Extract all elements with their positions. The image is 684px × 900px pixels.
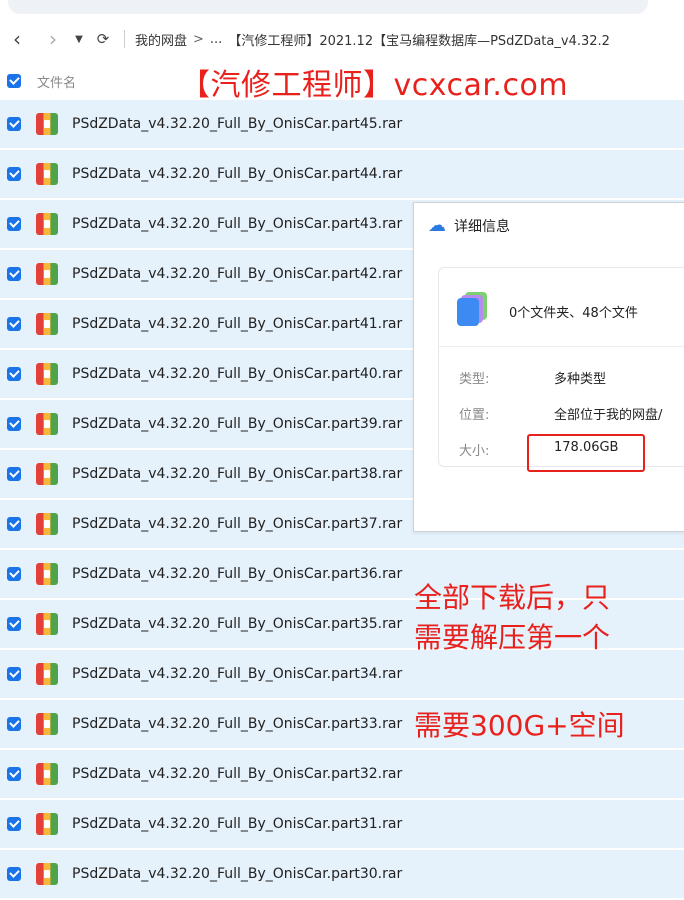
file-name[interactable]: PSdZData_v4.32.20_Full_By_OnisCar.part40…	[72, 366, 402, 382]
breadcrumb-current: 【汽修工程师】2021.12【宝马编程数据库—PSdZData_v4.32.2	[228, 33, 610, 49]
rar-file-icon	[36, 313, 58, 335]
row-checkbox[interactable]	[7, 267, 21, 281]
navigation-bar: ‹ › ▼ ⟳ 我的网盘 > ... 【汽修工程师】2021.12【宝马编程数据…	[0, 20, 684, 58]
breadcrumb-root[interactable]: 我的网盘	[135, 30, 187, 49]
row-checkbox[interactable]	[7, 817, 21, 831]
rar-file-icon	[36, 713, 58, 735]
rar-file-icon	[36, 113, 58, 135]
file-name[interactable]: PSdZData_v4.32.20_Full_By_OnisCar.part30…	[72, 866, 402, 882]
watermark-text: 【汽修工程师】vcxcar.com	[180, 68, 569, 103]
file-name[interactable]: PSdZData_v4.32.20_Full_By_OnisCar.part39…	[72, 416, 402, 432]
file-name[interactable]: PSdZData_v4.32.20_Full_By_OnisCar.part45…	[72, 116, 402, 132]
row-checkbox[interactable]	[7, 617, 21, 631]
file-name[interactable]: PSdZData_v4.32.20_Full_By_OnisCar.part41…	[72, 316, 402, 332]
file-name[interactable]: PSdZData_v4.32.20_Full_By_OnisCar.part42…	[72, 266, 402, 282]
file-row[interactable]: PSdZData_v4.32.20_Full_By_OnisCar.part44…	[0, 150, 684, 198]
file-count-summary: 0个文件夹、48个文件	[509, 306, 638, 321]
size-highlight-box	[527, 434, 645, 472]
rar-file-icon	[36, 563, 58, 585]
baidu-cloud-icon: ☁	[428, 215, 446, 236]
row-checkbox[interactable]	[7, 317, 21, 331]
row-checkbox[interactable]	[7, 867, 21, 881]
row-checkbox[interactable]	[7, 767, 21, 781]
rar-file-icon	[36, 763, 58, 785]
rar-file-icon	[36, 613, 58, 635]
annotation-line-2: 需要解压第一个	[414, 621, 611, 654]
file-name[interactable]: PSdZData_v4.32.20_Full_By_OnisCar.part35…	[72, 616, 402, 632]
file-name[interactable]: PSdZData_v4.32.20_Full_By_OnisCar.part32…	[72, 766, 402, 782]
details-title: 详细信息	[454, 218, 510, 235]
breadcrumb-ellipsis[interactable]: ...	[210, 32, 222, 47]
row-checkbox[interactable]	[7, 217, 21, 231]
file-stack-icon	[457, 292, 487, 326]
breadcrumb-separator: >	[193, 31, 204, 47]
search-bar[interactable]	[8, 0, 648, 14]
rar-file-icon	[36, 463, 58, 485]
file-row[interactable]: PSdZData_v4.32.20_Full_By_OnisCar.part32…	[0, 750, 684, 798]
location-label: 位置:	[459, 408, 490, 423]
rar-file-icon	[36, 813, 58, 835]
row-checkbox[interactable]	[7, 667, 21, 681]
rar-file-icon	[36, 163, 58, 185]
location-value: 全部位于我的网盘/	[554, 408, 663, 423]
annotation-line-3: 需要300G+空间	[414, 709, 625, 742]
file-name[interactable]: PSdZData_v4.32.20_Full_By_OnisCar.part36…	[72, 566, 402, 582]
row-checkbox[interactable]	[7, 117, 21, 131]
details-card: 0个文件夹、48个文件 类型: 多种类型 位置: 全部位于我的网盘/ 大小: 1…	[438, 267, 684, 472]
rar-file-icon	[36, 213, 58, 235]
row-checkbox[interactable]	[7, 567, 21, 581]
rar-file-icon	[36, 863, 58, 885]
annotation-line-1: 全部下载后，只	[414, 581, 611, 614]
row-checkbox[interactable]	[7, 167, 21, 181]
size-label: 大小:	[459, 444, 490, 459]
column-header-filename[interactable]: 文件名	[37, 72, 76, 91]
file-name[interactable]: PSdZData_v4.32.20_Full_By_OnisCar.part37…	[72, 516, 402, 532]
file-name[interactable]: PSdZData_v4.32.20_Full_By_OnisCar.part33…	[72, 716, 402, 732]
file-row[interactable]: PSdZData_v4.32.20_Full_By_OnisCar.part45…	[0, 100, 684, 148]
file-name[interactable]: PSdZData_v4.32.20_Full_By_OnisCar.part31…	[72, 816, 402, 832]
select-all-checkbox[interactable]	[7, 74, 21, 88]
details-divider	[439, 346, 684, 347]
type-label: 类型:	[459, 372, 490, 387]
caret-down-icon[interactable]: ▼	[72, 26, 86, 52]
row-checkbox[interactable]	[7, 367, 21, 381]
file-name[interactable]: PSdZData_v4.32.20_Full_By_OnisCar.part34…	[72, 666, 402, 682]
file-name[interactable]: PSdZData_v4.32.20_Full_By_OnisCar.part38…	[72, 466, 402, 482]
file-row[interactable]: PSdZData_v4.32.20_Full_By_OnisCar.part31…	[0, 800, 684, 848]
row-checkbox[interactable]	[7, 467, 21, 481]
rar-file-icon	[36, 363, 58, 385]
row-checkbox[interactable]	[7, 417, 21, 431]
rar-file-icon	[36, 513, 58, 535]
back-icon[interactable]: ‹	[4, 26, 30, 52]
rar-file-icon	[36, 263, 58, 285]
forward-icon[interactable]: ›	[40, 26, 66, 52]
file-row[interactable]: PSdZData_v4.32.20_Full_By_OnisCar.part34…	[0, 650, 684, 698]
row-checkbox[interactable]	[7, 517, 21, 531]
search-strip	[0, 0, 684, 18]
refresh-icon[interactable]: ⟳	[90, 26, 116, 52]
rar-file-icon	[36, 663, 58, 685]
file-list-header: 文件名 【汽修工程师】vcxcar.com	[0, 62, 684, 103]
rar-file-icon	[36, 413, 58, 435]
details-panel: ☁ 详细信息 0个文件夹、48个文件 类型: 多种类型 位置: 全部位于我的网盘…	[413, 202, 684, 532]
type-value: 多种类型	[554, 372, 607, 387]
file-name[interactable]: PSdZData_v4.32.20_Full_By_OnisCar.part43…	[72, 216, 402, 232]
file-name[interactable]: PSdZData_v4.32.20_Full_By_OnisCar.part44…	[72, 166, 402, 182]
file-row[interactable]: PSdZData_v4.32.20_Full_By_OnisCar.part30…	[0, 850, 684, 898]
nav-divider	[124, 30, 125, 48]
row-checkbox[interactable]	[7, 717, 21, 731]
details-panel-header: ☁ 详细信息	[428, 215, 510, 236]
